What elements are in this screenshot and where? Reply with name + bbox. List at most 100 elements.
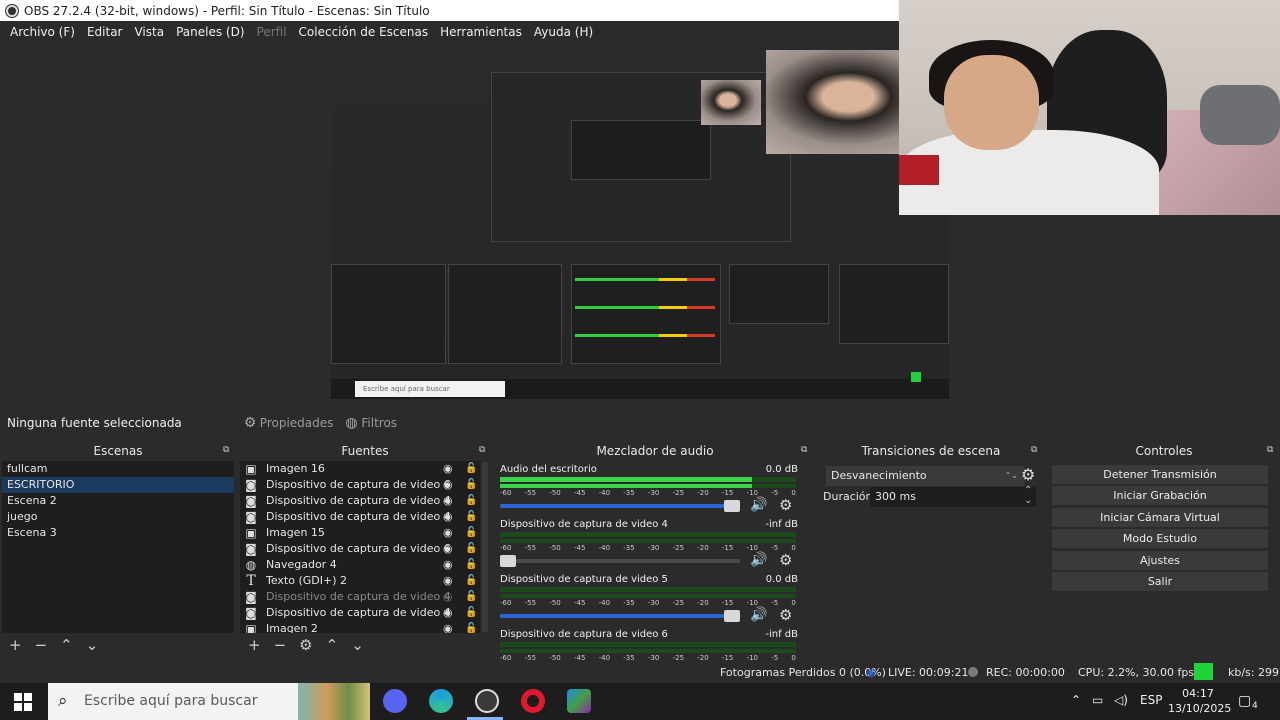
filters-button[interactable]: ◍ Filtros [345, 416, 397, 430]
lock-icon[interactable]: 🔓 [465, 621, 477, 633]
transition-select[interactable]: Desvanecimiento ⌃⌄ [826, 466, 1024, 486]
eye-icon[interactable]: ◉ [443, 509, 457, 525]
stop-streaming-button[interactable]: Detener Transmisión [1052, 465, 1268, 484]
eye-hidden-icon[interactable]: ◎ [443, 589, 457, 605]
menu-tools[interactable]: Herramientas [434, 25, 528, 39]
lock-icon[interactable]: 🔓 [465, 461, 477, 477]
eye-icon[interactable]: ◉ [443, 477, 457, 493]
remove-icon[interactable]: − [274, 636, 287, 654]
tray-expand-icon[interactable]: ⌃ [1071, 693, 1081, 707]
eye-icon[interactable]: ◉ [443, 525, 457, 541]
speaker-icon[interactable]: 🔊 [750, 607, 767, 623]
network-icon[interactable]: ▭ [1092, 693, 1103, 707]
scene-item[interactable]: juego [2, 509, 234, 525]
lock-icon[interactable]: 🔓 [465, 573, 477, 589]
opera-icon[interactable] [521, 689, 545, 713]
lock-icon[interactable]: 🔓 [465, 605, 477, 621]
gear-icon[interactable]: ⚙ [779, 606, 792, 624]
undock-icon[interactable]: ⧉ [801, 446, 810, 455]
undock-icon[interactable]: ⧉ [223, 446, 232, 455]
source-item[interactable]: ◙ Dispositivo de captura de video 4 ◉ 🔓 [240, 509, 480, 525]
m365-icon[interactable] [567, 689, 591, 713]
menu-help[interactable]: Ayuda (H) [528, 25, 599, 39]
source-item[interactable]: ◙ Dispositivo de captura de video 6 ◉ 🔓 [240, 477, 480, 493]
lock-icon[interactable]: 🔓 [465, 493, 477, 509]
eye-icon[interactable]: ◉ [443, 557, 457, 573]
gear-icon[interactable]: ⚙ [299, 636, 312, 654]
source-item-hidden[interactable]: ◙ Dispositivo de captura de video 4 ◎ 🔓 [240, 589, 480, 605]
preview-canvas[interactable]: Escribe aquí para buscar [331, 50, 949, 399]
volume-slider[interactable] [500, 610, 740, 622]
move-down-icon[interactable]: ⌄ [86, 636, 99, 654]
duration-field[interactable]: 300 ms [870, 487, 1036, 507]
scene-item[interactable]: Escena 2 [2, 493, 234, 509]
settings-button[interactable]: Ajustes [1052, 551, 1268, 570]
eye-icon[interactable]: ◉ [443, 493, 457, 509]
eye-icon[interactable]: ◉ [443, 621, 457, 633]
volume-slider-handle[interactable] [724, 610, 740, 622]
speaker-icon[interactable]: 🔊 [750, 497, 767, 513]
eye-icon[interactable]: ◉ [443, 461, 457, 477]
lock-icon[interactable]: 🔓 [465, 589, 477, 605]
windows-start-icon[interactable] [14, 693, 32, 711]
discord-icon[interactable] [383, 689, 407, 713]
volume-slider[interactable] [500, 500, 740, 512]
studio-mode-button[interactable]: Modo Estudio [1052, 529, 1268, 548]
source-item[interactable]: ▣ Imagen 2 ◉ 🔓 [240, 621, 480, 633]
scene-item[interactable]: fullcam [2, 461, 234, 477]
move-up-icon[interactable]: ⌃ [60, 636, 73, 654]
start-virtual-camera-button[interactable]: Iniciar Cámara Virtual [1052, 508, 1268, 527]
menu-profile[interactable]: Perfil [251, 25, 293, 39]
transition-gear-icon[interactable]: ⚙ [1021, 465, 1035, 484]
eye-icon[interactable]: ◉ [443, 573, 457, 589]
source-item[interactable]: ◙ Dispositivo de captura de video 6 ◉ 🔓 [240, 541, 480, 557]
undock-icon[interactable]: ⧉ [1031, 446, 1040, 455]
add-icon[interactable]: + [248, 636, 261, 654]
source-item[interactable]: ◍ Navegador 4 ◉ 🔓 [240, 557, 480, 573]
eye-icon[interactable]: ◉ [443, 541, 457, 557]
eye-icon[interactable]: ◉ [443, 605, 457, 621]
source-item[interactable]: ◙ Dispositivo de captura de video 4 ◉ 🔓 [240, 605, 480, 621]
volume-slider-handle[interactable] [724, 500, 740, 512]
undock-icon[interactable]: ⧉ [1267, 446, 1276, 455]
move-up-icon[interactable]: ⌃ [326, 636, 339, 654]
menu-view[interactable]: Vista [128, 25, 170, 39]
source-item[interactable]: ◙ Dispositivo de captura de video 4 ◉ 🔓 [240, 493, 480, 509]
properties-button[interactable]: ⚙ Propiedades [244, 416, 334, 430]
volume-slider[interactable] [500, 555, 740, 567]
exit-button[interactable]: Salir [1052, 572, 1268, 591]
scene-item[interactable]: Escena 3 [2, 525, 234, 541]
menu-edit[interactable]: Editar [81, 25, 129, 39]
speaker-icon[interactable]: 🔊 [750, 552, 767, 568]
taskbar-clock[interactable]: 04:17 13/10/2025 [1168, 686, 1231, 716]
lock-icon[interactable]: 🔓 [465, 541, 477, 557]
start-recording-button[interactable]: Iniciar Grabación [1052, 486, 1268, 505]
edge-icon[interactable] [429, 689, 453, 713]
obs-taskbar-icon[interactable] [475, 689, 499, 713]
notifications-icon[interactable]: ▢ [1238, 693, 1251, 709]
lock-icon[interactable]: 🔓 [465, 525, 477, 541]
source-item[interactable]: ▣ Imagen 16 ◉ 🔓 [240, 461, 480, 477]
source-item[interactable]: ▣ Imagen 15 ◉ 🔓 [240, 525, 480, 541]
meter-tick-label: -40 [598, 654, 611, 660]
scene-item-selected[interactable]: ESCRITORIO [2, 477, 234, 493]
move-down-icon[interactable]: ⌄ [351, 636, 364, 654]
menu-scene-collection[interactable]: Colección de Escenas [293, 25, 435, 39]
add-icon[interactable]: + [9, 636, 22, 654]
menu-file[interactable]: Archivo (F) [4, 25, 81, 39]
lock-icon[interactable]: 🔓 [465, 557, 477, 573]
gear-icon[interactable]: ⚙ [779, 551, 792, 569]
menu-docks[interactable]: Paneles (D) [170, 25, 250, 39]
taskbar-search[interactable]: ⌕ Escribe aquí para buscar [48, 683, 370, 720]
undock-icon[interactable]: ⧉ [479, 446, 488, 455]
gear-icon[interactable]: ⚙ [779, 496, 792, 514]
lock-icon[interactable]: 🔓 [465, 477, 477, 493]
lock-icon[interactable]: 🔓 [465, 509, 477, 525]
source-item[interactable]: T Texto (GDI+) 2 ◉ 🔓 [240, 573, 480, 589]
duration-stepper-icon[interactable]: ⌃ ⌄ [1024, 486, 1032, 506]
sources-scrollbar[interactable] [482, 462, 488, 632]
language-indicator[interactable]: ESP [1140, 693, 1162, 707]
remove-icon[interactable]: − [35, 636, 48, 654]
volume-slider-handle[interactable] [500, 555, 516, 567]
volume-icon[interactable]: ◁) [1114, 693, 1128, 707]
